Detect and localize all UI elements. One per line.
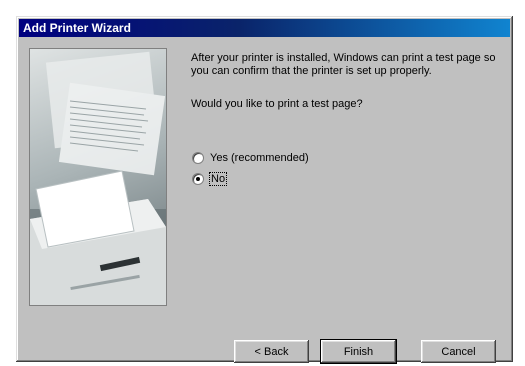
description-block: After your printer is installed, Windows… [191,52,501,78]
radio-circle-yes[interactable] [192,152,204,164]
wizard-window: Add Printer Wizard After your printer is… [16,16,513,363]
radio-circle-no[interactable] [192,173,204,185]
radio-yes[interactable]: Yes (recommended) [192,152,309,164]
radio-label-yes[interactable]: Yes (recommended) [210,152,309,164]
radio-label-no[interactable]: No [208,172,228,186]
description-text: After your printer is installed, Windows… [191,52,496,77]
title-bar[interactable]: Add Printer Wizard [19,19,510,37]
printer-illustration-icon [29,48,167,306]
question-text: Would you like to print a test page? [191,98,363,110]
finish-button[interactable]: Finish [321,340,396,363]
cancel-button[interactable]: Cancel [421,340,496,363]
printer-illustration-svg [30,51,166,305]
window-title: Add Printer Wizard [23,21,131,35]
back-button[interactable]: < Back [234,340,309,363]
radio-no[interactable]: No [192,172,228,186]
